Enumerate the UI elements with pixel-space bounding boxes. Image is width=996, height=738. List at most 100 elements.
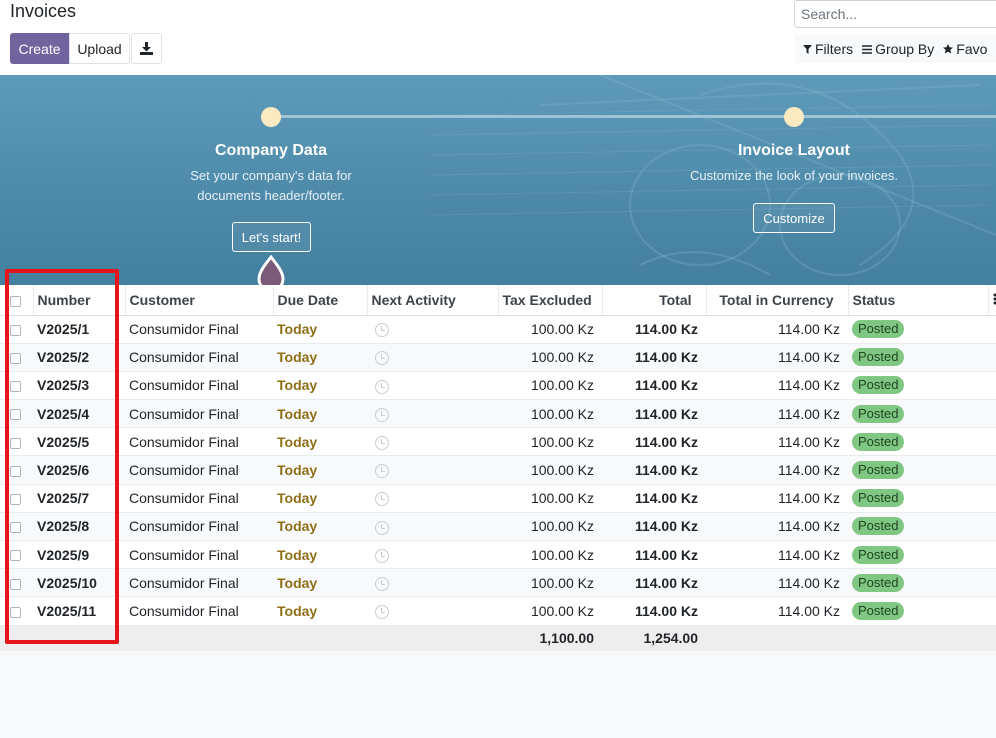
column-header-due-date[interactable]: Due Date [273, 285, 368, 316]
upload-button[interactable]: Upload [69, 33, 130, 64]
customer-name[interactable]: Consumidor Final [125, 455, 273, 485]
customer-name[interactable]: Consumidor Final [125, 371, 273, 401]
due-date[interactable]: Today [273, 371, 367, 401]
row-checkbox[interactable] [10, 409, 21, 421]
column-header-status[interactable]: Status [848, 285, 989, 316]
row-checkbox[interactable] [10, 437, 21, 449]
row-checkbox[interactable] [10, 494, 21, 506]
table-row[interactable]: V2025/1 Consumidor Final Today 100.00 Kz 114… [0, 315, 996, 344]
download-button[interactable] [131, 33, 162, 64]
total-in-currency-amount: 114.00 Kz [706, 315, 848, 344]
step-title-invoice-layout: Invoice Layout [737, 142, 851, 159]
clock-icon[interactable] [375, 323, 389, 338]
lets-start-button[interactable]: Let's start! [232, 222, 311, 252]
group-by-button[interactable]: Group By [862, 41, 934, 57]
vertical-dots-icon [993, 293, 995, 305]
customer-name[interactable]: Consumidor Final [125, 427, 273, 457]
total-in-currency-amount: 114.00 Kz [706, 371, 848, 401]
row-checkbox[interactable] [10, 381, 21, 393]
table-row[interactable]: V2025/6 Consumidor Final Today 100.00 Kz 114… [0, 455, 996, 485]
favorites-button[interactable]: Favo [943, 41, 987, 57]
column-header-tax-excluded[interactable]: Tax Excluded [498, 285, 603, 316]
customer-name[interactable]: Consumidor Final [125, 315, 273, 344]
customer-name[interactable]: Consumidor Final [125, 540, 273, 570]
due-date[interactable]: Today [273, 399, 367, 429]
table-row[interactable]: V2025/8 Consumidor Final Today 100.00 Kz 114… [0, 512, 996, 542]
customize-button[interactable]: Customize [753, 203, 835, 233]
clock-icon[interactable] [375, 492, 389, 507]
invoice-number[interactable]: V2025/9 [33, 540, 125, 570]
invoice-number[interactable]: V2025/7 [33, 484, 125, 513]
clock-icon[interactable] [375, 435, 389, 450]
customer-name[interactable]: Consumidor Final [125, 399, 273, 429]
clock-icon[interactable] [375, 520, 389, 535]
select-all-checkbox[interactable] [10, 295, 21, 307]
column-header-customer[interactable]: Customer [125, 285, 274, 316]
clock-icon[interactable] [375, 379, 389, 394]
status-cell: Posted [848, 484, 988, 513]
clock-icon[interactable] [375, 548, 389, 563]
create-button[interactable]: Create [10, 33, 69, 64]
invoice-number[interactable]: V2025/3 [33, 371, 125, 401]
search-input[interactable] [794, 0, 996, 28]
filters-label: Filters [815, 41, 854, 57]
status-cell: Posted [848, 596, 988, 626]
row-checkbox[interactable] [10, 324, 21, 336]
customer-name[interactable]: Consumidor Final [125, 343, 273, 372]
table-row[interactable]: V2025/10 Consumidor Final Today 100.00 Kz 11… [0, 568, 996, 598]
invoice-number[interactable]: V2025/8 [33, 512, 125, 542]
row-trailing-cell [988, 455, 996, 485]
row-checkbox[interactable] [10, 353, 21, 365]
clock-icon[interactable] [375, 407, 389, 422]
due-date[interactable]: Today [273, 315, 367, 344]
column-header-number[interactable]: Number [33, 285, 126, 316]
total-in-currency-amount: 114.00 Kz [706, 484, 848, 513]
row-checkbox[interactable] [10, 465, 21, 477]
clock-icon[interactable] [375, 351, 389, 366]
invoice-number[interactable]: V2025/1 [33, 315, 125, 344]
due-date[interactable]: Today [273, 512, 367, 542]
table-row[interactable]: V2025/9 Consumidor Final Today 100.00 Kz 114… [0, 540, 996, 570]
column-header-total[interactable]: Total [602, 285, 707, 316]
column-header-next-activity[interactable]: Next Activity [367, 285, 499, 316]
invoice-number[interactable]: V2025/2 [33, 343, 125, 372]
table-row[interactable]: V2025/3 Consumidor Final Today 100.00 Kz 114… [0, 371, 996, 401]
filters-button[interactable]: Filters [803, 41, 853, 57]
table-row[interactable]: V2025/4 Consumidor Final Today 100.00 Kz 114… [0, 399, 996, 429]
row-checkbox[interactable] [10, 550, 21, 562]
clock-icon[interactable] [375, 605, 389, 620]
table-row[interactable]: V2025/11 Consumidor Final Today 100.00 Kz 11… [0, 596, 996, 626]
tax-excluded-amount: 100.00 Kz [498, 427, 602, 457]
status-badge: Posted [852, 376, 905, 395]
total-in-currency-amount: 114.00 Kz [706, 399, 848, 429]
row-checkbox[interactable] [10, 606, 21, 618]
table-row[interactable]: V2025/7 Consumidor Final Today 100.00 Kz 114… [0, 484, 996, 513]
total-amount: 114.00 Kz [602, 484, 706, 513]
clock-icon[interactable] [375, 464, 389, 479]
clock-icon[interactable] [375, 576, 389, 591]
due-date[interactable]: Today [273, 343, 367, 372]
invoice-number[interactable]: V2025/10 [33, 568, 125, 598]
row-checkbox[interactable] [10, 522, 21, 534]
table-row[interactable]: V2025/5 Consumidor Final Today 100.00 Kz 114… [0, 427, 996, 457]
due-date[interactable]: Today [273, 427, 367, 457]
invoice-number[interactable]: V2025/6 [33, 455, 125, 485]
table-row[interactable]: V2025/2 Consumidor Final Today 100.00 Kz 114… [0, 343, 996, 372]
invoice-number[interactable]: V2025/4 [33, 399, 125, 429]
customer-name[interactable]: Consumidor Final [125, 512, 273, 542]
customer-name[interactable]: Consumidor Final [125, 484, 273, 513]
column-options-button[interactable] [988, 285, 996, 316]
customer-name[interactable]: Consumidor Final [125, 596, 273, 626]
invoice-number[interactable]: V2025/5 [33, 427, 125, 457]
row-checkbox[interactable] [10, 578, 21, 590]
due-date[interactable]: Today [273, 455, 367, 485]
due-date[interactable]: Today [273, 568, 367, 598]
status-cell: Posted [848, 315, 988, 344]
row-select-cell [0, 427, 33, 457]
due-date[interactable]: Today [273, 484, 367, 513]
due-date[interactable]: Today [273, 540, 367, 570]
customer-name[interactable]: Consumidor Final [125, 568, 273, 598]
due-date[interactable]: Today [273, 596, 367, 626]
column-header-total-in-currency[interactable]: Total in Currency [706, 285, 849, 316]
invoice-number[interactable]: V2025/11 [33, 596, 125, 626]
